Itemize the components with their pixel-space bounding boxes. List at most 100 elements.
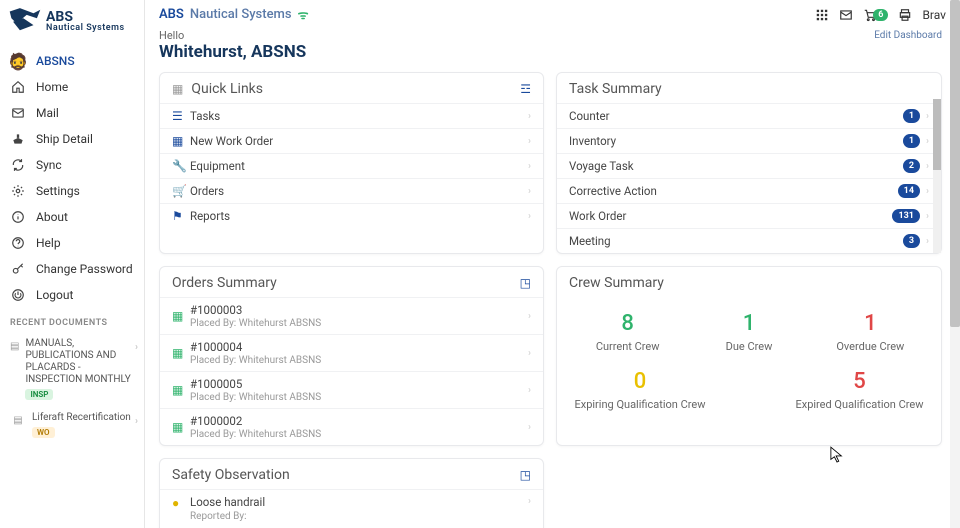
chevron-right-icon: › — [528, 496, 531, 507]
safety-observation-card: Safety Observation◳ ●Loose handrailRepor… — [159, 458, 544, 528]
quick-link-orders[interactable]: 🛒Orders› — [160, 178, 543, 203]
chevron-right-icon: › — [528, 311, 531, 322]
order-row[interactable]: ▦#1000005Placed By: Whitehurst ABSNS› — [160, 371, 543, 408]
nav-label: Help — [36, 236, 61, 250]
help-icon — [10, 235, 26, 251]
task-row-work-order[interactable]: Work Order131› — [557, 203, 941, 228]
greeting-hello: Hello — [159, 29, 946, 42]
grid-icon: ▦ — [172, 82, 183, 96]
logout-icon — [10, 287, 26, 303]
card-title: Safety Observation — [172, 467, 520, 483]
order-icon: ▦ — [172, 346, 190, 360]
warning-dot-icon: ● — [172, 496, 190, 510]
quick-link-equipment[interactable]: 🔧Equipment› — [160, 153, 543, 178]
safety-row[interactable]: ●Loose handrailReported By:› — [160, 489, 543, 528]
mail-icon[interactable] — [839, 8, 853, 22]
order-row[interactable]: ▦#1000002Placed By: Whitehurst ABSNS› — [160, 408, 543, 445]
chevron-right-icon: › — [528, 385, 531, 396]
nav-label: About — [36, 210, 68, 224]
sidebar-item-sync[interactable]: Sync — [0, 152, 144, 178]
cart-icon[interactable]: 6 — [863, 8, 888, 22]
external-link-icon[interactable]: ◳ — [520, 468, 531, 482]
doc-icon: ▦ — [172, 134, 190, 148]
chevron-right-icon: › — [926, 236, 929, 247]
sidebar: ABS Nautical Systems 🧔 ABSNS Home Mail Sh… — [0, 0, 145, 528]
task-row-counter[interactable]: Counter1› — [557, 103, 941, 128]
order-icon: ▦ — [172, 383, 190, 397]
quick-link-new-work-order[interactable]: ▦New Work Order› — [160, 128, 543, 153]
nav-label: ABSNS — [36, 54, 75, 68]
settings-icon[interactable]: ☲ — [520, 82, 531, 96]
home-icon — [10, 79, 26, 95]
list-icon: ☰ — [172, 109, 190, 123]
logo-text: ABS Nautical Systems — [46, 11, 125, 33]
count-badge: 1 — [903, 109, 920, 123]
sidebar-item-home[interactable]: Home — [0, 74, 144, 100]
task-row-inventory[interactable]: Inventory1› — [557, 128, 941, 153]
task-row-corrective[interactable]: Corrective Action14› — [557, 178, 941, 203]
chevron-right-icon: › — [926, 186, 929, 197]
cart-icon: 🛒 — [172, 184, 190, 198]
wifi-icon: ᯤ — [298, 6, 309, 23]
sidebar-item-ship-detail[interactable]: Ship Detail — [0, 126, 144, 152]
quick-link-tasks[interactable]: ☰Tasks› — [160, 103, 543, 128]
sidebar-item-absns[interactable]: 🧔 ABSNS — [0, 48, 144, 74]
nav-label: Home — [36, 80, 68, 94]
topbar-actions: 6 Brav — [815, 8, 946, 22]
crew-current: 8Current Crew — [567, 311, 688, 353]
chevron-right-icon: › — [528, 211, 531, 222]
sidebar-item-change-password[interactable]: Change Password — [0, 256, 144, 282]
sidebar-item-logout[interactable]: Logout — [0, 282, 144, 308]
orders-summary-card: Orders Summary◳ ▦#1000003Placed By: Whit… — [159, 266, 544, 446]
key-icon — [10, 261, 26, 277]
crew-overdue: 1Overdue Crew — [810, 311, 931, 353]
count-badge: 14 — [898, 184, 920, 198]
nav-label: Settings — [36, 184, 80, 198]
nav-label: Mail — [36, 106, 59, 120]
chevron-right-icon: › — [528, 111, 531, 122]
dashboard: ▦ Quick Links ☲ ☰Tasks› ▦New Work Order›… — [145, 66, 960, 528]
chevron-right-icon: › — [926, 111, 929, 122]
quick-link-reports[interactable]: ⚑Reports› — [160, 203, 543, 228]
crew-summary-card: Crew Summary 8Current Crew 1Due Crew 1Ov… — [556, 266, 942, 446]
print-icon[interactable] — [898, 8, 912, 22]
card-title: Crew Summary — [569, 275, 929, 291]
sidebar-item-about[interactable]: About — [0, 204, 144, 230]
user-name[interactable]: Brav — [922, 8, 946, 22]
nav-label: Change Password — [36, 262, 133, 276]
edit-dashboard-link[interactable]: Edit Dashboard — [874, 30, 942, 41]
recent-doc-item[interactable]: ▤ Liferaft Recertification WO › — [0, 408, 144, 446]
sidebar-item-mail[interactable]: Mail — [0, 100, 144, 126]
main-area: ABS Nautical Systems ᯤ 6 Brav Hello Whit… — [145, 0, 960, 528]
apps-grid-icon[interactable] — [815, 8, 829, 22]
recent-pill: WO — [32, 427, 55, 438]
crew-expired: 5Expired Qualification Crew — [795, 369, 923, 411]
external-link-icon[interactable]: ◳ — [520, 276, 531, 290]
count-badge: 2 — [903, 159, 920, 173]
crew-expiring: 0Expiring Qualification Crew — [575, 369, 706, 411]
task-scrollbar[interactable] — [933, 99, 941, 253]
eagle-logo-icon — [8, 6, 42, 38]
main-scrollbar[interactable] — [950, 0, 960, 528]
sync-icon — [10, 157, 26, 173]
greeting: Hello Whitehurst, ABSNS — [145, 25, 960, 66]
chevron-right-icon: › — [528, 161, 531, 172]
order-icon: ▦ — [172, 309, 190, 323]
mail-icon — [10, 105, 26, 121]
recent-pill: INSP — [25, 389, 53, 400]
pirate-icon: 🧔 — [10, 53, 26, 69]
sidebar-item-help[interactable]: Help — [0, 230, 144, 256]
topbar: ABS Nautical Systems ᯤ 6 Brav — [145, 0, 960, 25]
flag-icon: ⚑ — [172, 209, 190, 223]
cart-badge: 6 — [873, 9, 888, 21]
task-row-voyage[interactable]: Voyage Task2› — [557, 153, 941, 178]
sidebar-item-settings[interactable]: Settings — [0, 178, 144, 204]
order-row[interactable]: ▦#1000004Placed By: Whitehurst ABSNS› — [160, 334, 543, 371]
ship-icon — [10, 131, 26, 147]
order-row[interactable]: ▦#1000003Placed By: Whitehurst ABSNS› — [160, 297, 543, 334]
nav-label: Ship Detail — [36, 132, 93, 146]
task-row-meeting[interactable]: Meeting3› — [557, 228, 941, 253]
recent-doc-item[interactable]: ▤ MANUALS, PUBLICATIONS AND PLACARDS - I… — [0, 334, 144, 408]
recent-documents-header: RECENT DOCUMENTS — [0, 308, 144, 334]
logo: ABS Nautical Systems — [0, 0, 144, 48]
